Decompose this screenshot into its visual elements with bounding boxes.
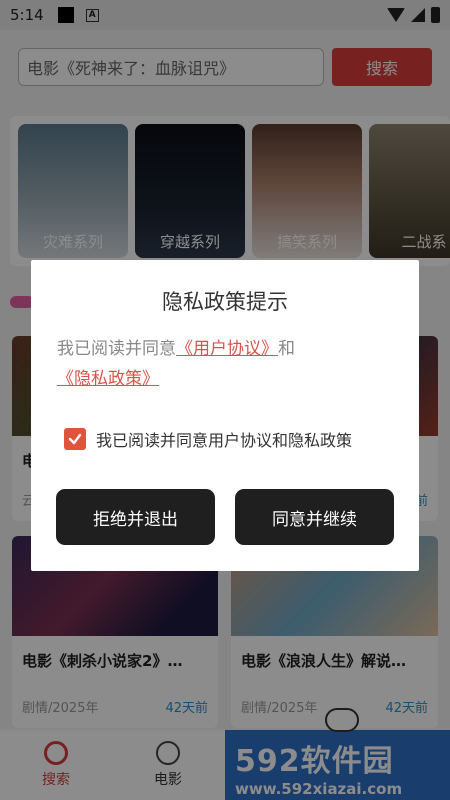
checkmark-icon: [68, 433, 82, 445]
privacy-dialog: 隐私政策提示 我已阅读并同意《用户协议》和《隐私政策》 我已阅读并同意用户协议和…: [31, 260, 419, 571]
dialog-title: 隐私政策提示: [162, 290, 288, 314]
dialog-text-and: 和: [278, 339, 295, 359]
reject-exit-button[interactable]: 拒绝并退出: [56, 489, 215, 545]
agreement-checkbox-row[interactable]: 我已阅读并同意用户协议和隐私政策: [64, 427, 352, 451]
dialog-text-prefix: 我已阅读并同意: [57, 339, 176, 359]
dialog-text: 我已阅读并同意《用户协议》和《隐私政策》: [57, 334, 395, 394]
privacy-policy-link[interactable]: 《隐私政策》: [57, 369, 159, 389]
user-agreement-link[interactable]: 《用户协议》: [176, 339, 278, 359]
agree-continue-button[interactable]: 同意并继续: [235, 489, 394, 545]
checkbox-label: 我已阅读并同意用户协议和隐私政策: [96, 431, 353, 450]
agreement-checkbox[interactable]: [64, 428, 86, 450]
